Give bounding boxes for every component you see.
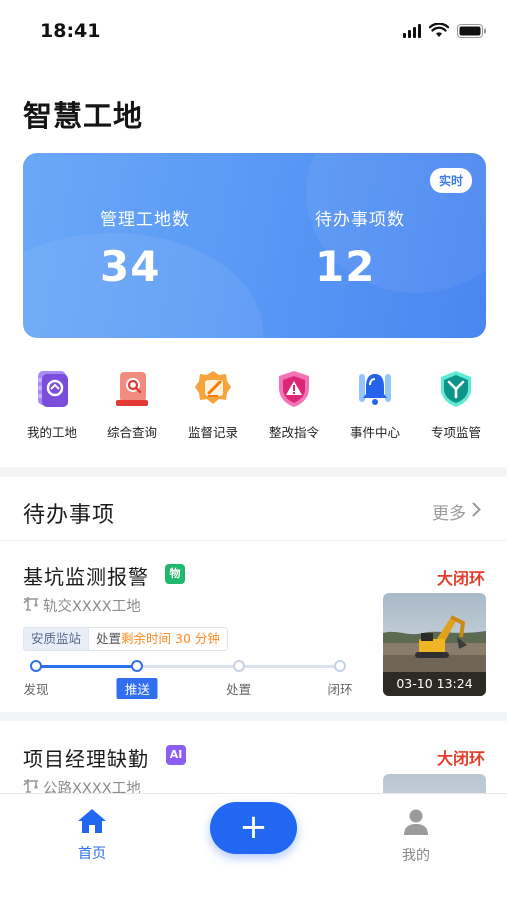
todo-item-title: 基坑监测报警 — [23, 565, 149, 589]
stat-value: 34 — [100, 242, 161, 291]
summary-card: 实时 管理工地数 34 待办事项数 12 — [23, 153, 486, 338]
bell-icon — [355, 368, 395, 410]
progress-step-label: 发现 — [23, 682, 49, 697]
todo-item-title: 项目经理缺勤 — [23, 747, 149, 771]
warning-shield-icon — [274, 368, 314, 410]
user-icon — [391, 808, 441, 840]
status-chip: 安质监站 处置剩余时间 30 分钟 — [23, 627, 228, 651]
site-info: 公路XXXX工地 — [23, 777, 141, 793]
stat-value: 12 — [315, 242, 376, 291]
quick-rectify[interactable]: 整改指令 — [259, 368, 329, 441]
todo-title: 待办事项 — [23, 503, 116, 528]
scene-photo[interactable] — [383, 774, 486, 793]
dept-label: 安质监站 — [24, 628, 89, 650]
scene-photo[interactable]: 03-10 13:24 — [383, 593, 486, 696]
crane-icon — [23, 778, 39, 793]
todo-header: 待办事项 更多 — [0, 477, 507, 541]
quick-menu: 我的工地 综合查询 监督记录 整改指令 事件中心 专项监管 — [0, 368, 507, 448]
wifi-icon — [429, 23, 449, 38]
quick-records[interactable]: 监督记录 — [178, 368, 248, 441]
stat-label: 管理工地数 — [100, 210, 190, 230]
home-icon — [67, 808, 117, 838]
progress-step-dot — [232, 660, 245, 672]
more-link[interactable]: 更多 — [432, 499, 481, 524]
quick-search[interactable]: 综合查询 — [97, 368, 167, 441]
section-divider — [0, 712, 507, 721]
nav-me-label: 我的 — [402, 848, 430, 864]
bottom-nav: 首页 + 我的 — [0, 793, 507, 900]
todo-item[interactable]: 项目经理缺勤 AI 大闭环 公路XXXX工地 — [0, 721, 507, 793]
page-title: 智慧工地 — [23, 99, 144, 133]
progress-fill — [36, 665, 138, 668]
nav-me[interactable]: 我的 — [391, 808, 441, 865]
more-label: 更多 — [432, 504, 466, 524]
quick-label: 整改指令 — [268, 425, 319, 440]
tag-badge: 物 — [165, 564, 185, 584]
quick-label: 监督记录 — [187, 425, 238, 440]
stat-label: 待办事项数 — [315, 210, 405, 230]
status-icons — [403, 23, 487, 38]
add-button[interactable]: + — [210, 802, 297, 854]
quick-label: 我的工地 — [26, 425, 77, 440]
record-edit-icon — [193, 368, 233, 410]
quick-label: 事件中心 — [349, 425, 400, 440]
deadline-remaining: 剩余时间 30 分钟 — [121, 631, 220, 646]
loop-type: 大闭环 — [436, 569, 485, 588]
crane-icon — [23, 596, 39, 615]
site-name: 公路XXXX工地 — [43, 781, 141, 793]
nav-home-label: 首页 — [78, 846, 106, 862]
loop-type: 大闭环 — [436, 749, 485, 768]
special-shield-icon — [436, 368, 476, 410]
site-book-icon — [32, 368, 72, 410]
search-query-icon — [112, 368, 152, 410]
quick-label: 专项监管 — [430, 425, 481, 440]
progress-step-label: 处置 — [226, 682, 252, 697]
quick-events[interactable]: 事件中心 — [340, 368, 410, 441]
stat-pending-items[interactable]: 待办事项数 12 — [315, 205, 405, 291]
photo-timestamp: 03-10 13:24 — [383, 672, 486, 696]
progress-step-label: 推送 — [116, 678, 158, 699]
deadline-label: 处置剩余时间 30 分钟 — [88, 628, 227, 650]
live-badge: 实时 — [429, 168, 472, 193]
deadline-prefix: 处置 — [96, 631, 122, 646]
progress-step-dot — [334, 660, 346, 672]
quick-special[interactable]: 专项监管 — [421, 368, 491, 441]
status-bar: 18:41 — [0, 0, 507, 62]
signal-icon — [403, 23, 421, 38]
site-name: 轨交XXXX工地 — [43, 599, 141, 615]
quick-label: 综合查询 — [106, 425, 157, 440]
stat-managed-sites[interactable]: 管理工地数 34 — [100, 205, 190, 291]
progress-step-dot — [131, 660, 144, 672]
quick-my-site[interactable]: 我的工地 — [17, 368, 87, 441]
progress-step-dot — [30, 660, 42, 672]
nav-home[interactable]: 首页 — [67, 808, 117, 863]
status-time: 18:41 — [40, 20, 101, 42]
site-info: 轨交XXXX工地 — [23, 595, 141, 616]
progress-step-label: 闭环 — [327, 682, 353, 697]
section-divider — [0, 467, 507, 477]
battery-icon — [457, 23, 487, 38]
chevron-right-icon — [472, 502, 481, 522]
progress-stepper: 发现 推送 处置 闭环 — [23, 659, 353, 699]
tag-badge: AI — [166, 745, 186, 765]
